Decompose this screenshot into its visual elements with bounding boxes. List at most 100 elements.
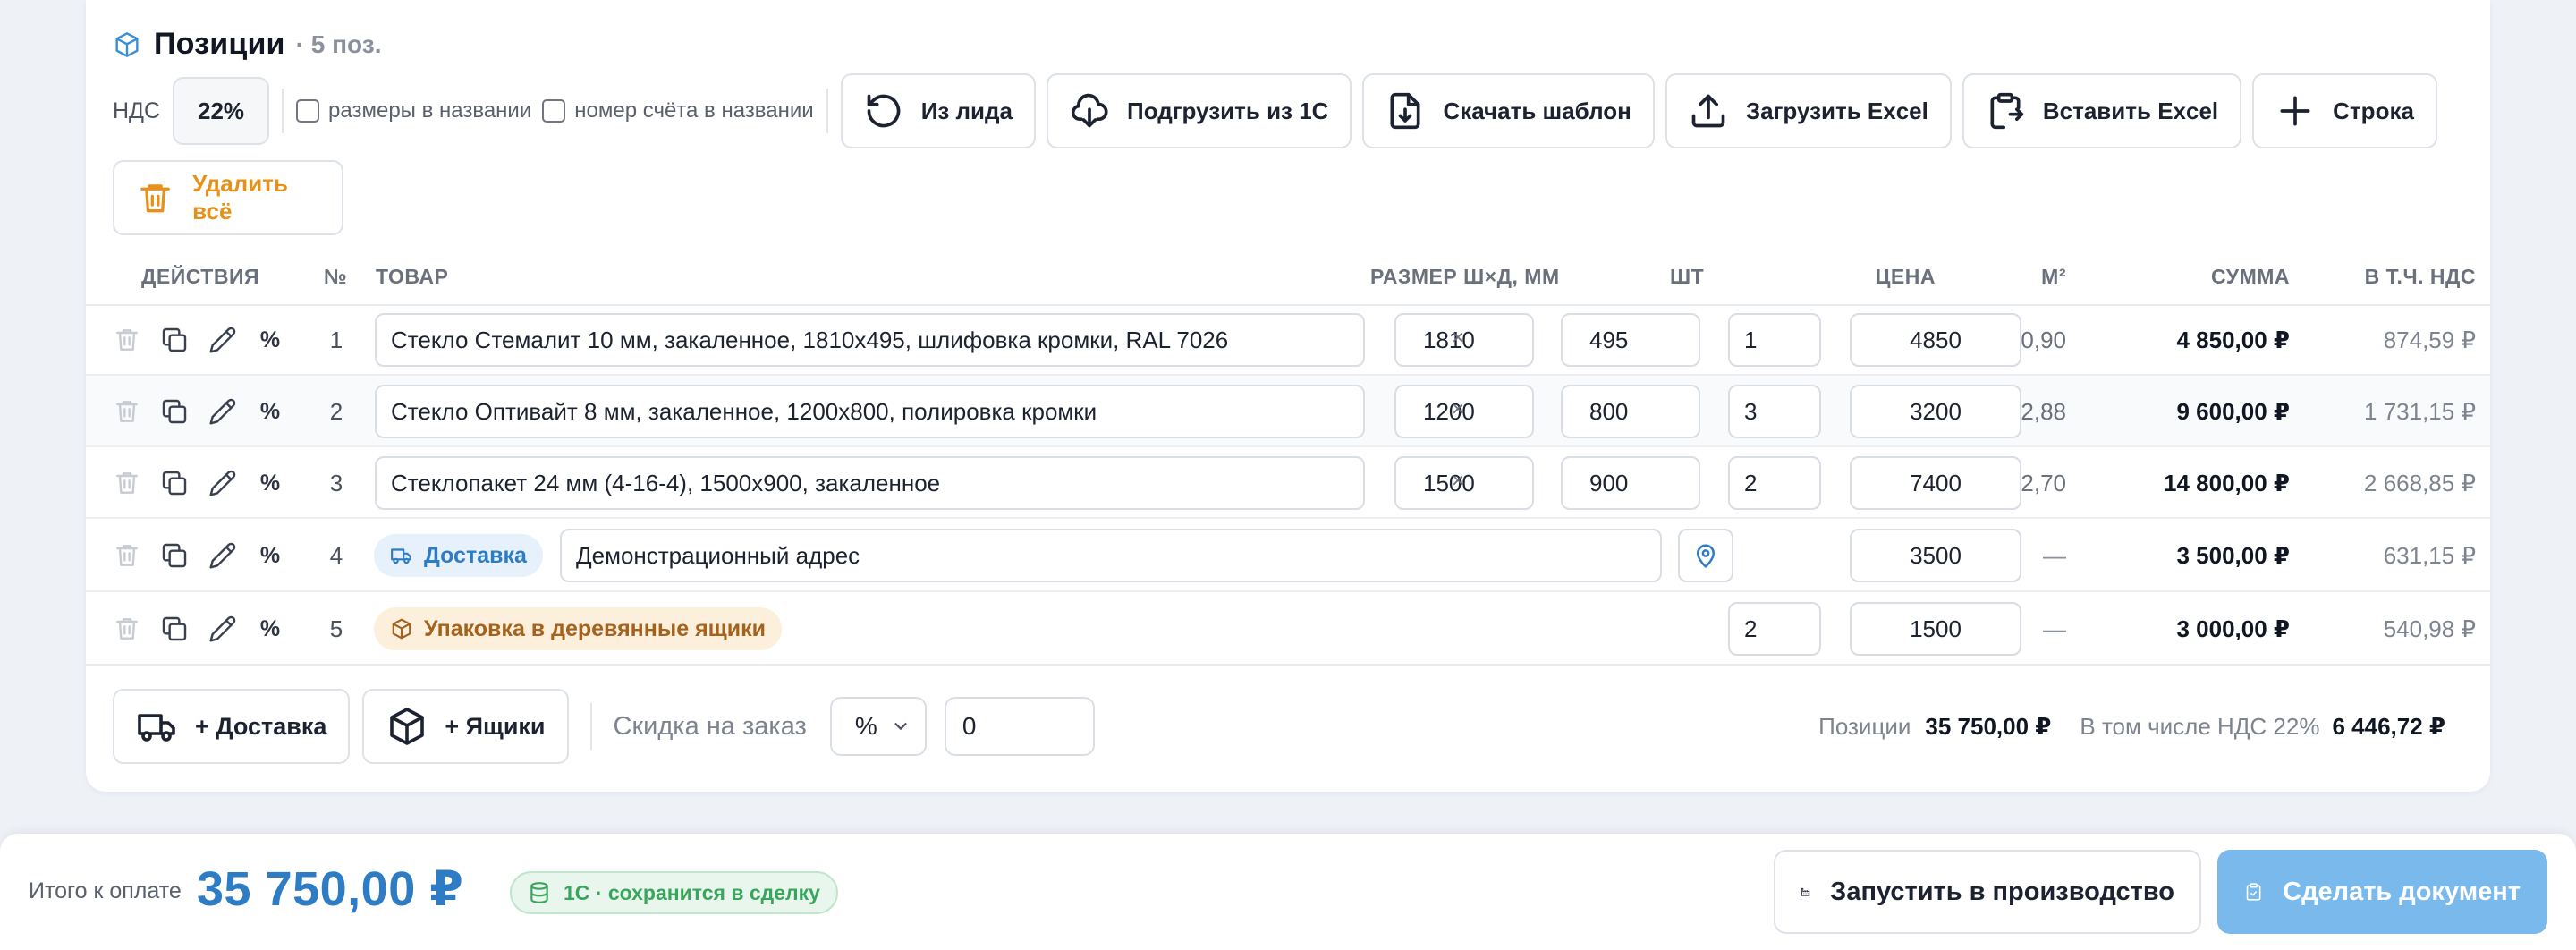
sum-value: 14 800,00 ₽ [2164,470,2290,496]
row-edit-button[interactable] [205,611,241,647]
row-copy-button[interactable] [157,538,192,573]
row-discount-button[interactable]: % [252,465,288,501]
row-copy-button[interactable] [157,465,192,501]
times-sign: × [1452,326,1465,350]
price-input[interactable]: 1500 [1850,602,2021,656]
product-name-input[interactable]: Стекло Стемалит 10 мм, закаленное, 1810x… [375,313,1365,367]
load-1c-button[interactable]: Подгрузить из 1С [1046,73,1352,148]
bottom-bar: Итого к оплате 35 750,00 ₽ 1С · сохранит… [0,834,2576,950]
qty-input[interactable]: 2 [1728,456,1821,510]
invoice-in-name-checkbox[interactable]: номер счёта в названии [542,98,814,123]
col-size: РАЗМЕР Ш×Д, ММ [1370,265,1560,288]
sum-value: 9 600,00 ₽ [2176,398,2290,425]
discount-input[interactable]: 0 [944,697,1095,756]
product-name-input[interactable]: Стекло Оптивайт 8 мм, закаленное, 1200x8… [375,385,1365,438]
button-label: Удалить всё [192,170,288,225]
row-delete-button[interactable] [109,465,145,501]
checkbox-box[interactable] [542,99,566,123]
vat-value: 631,15 ₽ [2383,542,2476,569]
price-input[interactable]: 4850 [1850,313,2021,367]
qty-input[interactable]: 1 [1728,313,1821,367]
row-delete-button[interactable] [109,322,145,358]
row-copy-button[interactable] [157,322,192,358]
add-row-button[interactable]: Строка [2252,73,2437,148]
row-copy-button[interactable] [157,611,192,647]
price-input[interactable]: 3200 [1850,385,2021,438]
paste-excel-button[interactable]: Вставить Excel [1962,73,2242,148]
checkbox-label: номер счёта в названии [574,98,814,123]
sum-value: 3 000,00 ₽ [2176,615,2290,642]
database-icon [530,882,548,903]
row-number: 1 [329,327,343,353]
col-number: № [324,265,348,288]
row-discount-button[interactable]: % [252,611,288,647]
row-edit-button[interactable] [205,465,241,501]
copy-icon [162,471,187,496]
button-label: Запустить в производство [1830,877,2174,906]
trash-icon [116,618,138,640]
row-edit-button[interactable] [205,538,241,573]
add-delivery-button[interactable]: + Доставка [113,689,351,764]
delete-all-button[interactable]: Удалить всё [113,160,343,235]
length-input[interactable]: 800 [1561,385,1700,438]
product-name-input[interactable]: Стеклопакет 24 мм (4-16-4), 1500x900, за… [375,456,1365,510]
pencil-icon [209,615,236,642]
button-label: Вставить Excel [2042,97,2219,124]
row-discount-button[interactable]: % [252,394,288,429]
make-document-button[interactable]: Сделать документ [2217,850,2547,934]
row-number: 5 [329,615,343,642]
trash-icon [140,184,170,213]
file-download-icon [1390,92,1420,130]
col-m2: М² [2041,265,2066,288]
button-label: + Ящики [445,712,546,740]
map-pin-icon [1697,544,1715,568]
chip-label: Упаковка в деревянные ящики [424,615,767,641]
checkbox-label: размеры в названии [328,98,532,123]
download-template-button[interactable]: Скачать шаблон [1362,73,1655,148]
area-value: 2,70 [2021,470,2066,496]
price-input[interactable]: 7400 [1850,456,2021,510]
add-boxes-button[interactable]: + Ящики [362,689,569,764]
from-lead-button[interactable]: Из лида [840,73,1036,148]
vat-total-value: 6 446,72 ₽ [2332,712,2445,740]
row-edit-button[interactable] [205,394,241,429]
row-delete-button[interactable] [109,394,145,429]
pay-total-value: 35 750,00 ₽ [197,862,464,916]
checkbox-box[interactable] [296,99,320,123]
map-pin-button[interactable] [1678,529,1733,582]
positions-total-value: 35 750,00 ₽ [1925,712,2052,740]
area-value: — [2043,615,2066,642]
row-copy-button[interactable] [157,394,192,429]
row-edit-button[interactable] [205,322,241,358]
vat-total-label: В том числе НДС 22% [2080,712,2320,740]
price-input[interactable]: 3500 [1850,529,2021,582]
button-label: Загрузить Excel [1745,97,1928,124]
button-label: Скачать шаблон [1443,97,1631,124]
row-discount-button[interactable]: % [252,538,288,573]
row-discount-button[interactable]: % [252,322,288,358]
toolbar: НДС 22% размеры в названии номер счёта в… [113,73,2474,235]
qty-input[interactable]: 2 [1728,602,1821,656]
qty-input[interactable]: 3 [1728,385,1821,438]
col-price: ЦЕНА [1875,265,1936,288]
sizes-in-name-checkbox[interactable]: размеры в названии [296,98,531,123]
length-input[interactable]: 900 [1561,456,1700,510]
pencil-icon [209,542,236,569]
trash-icon [116,401,138,422]
divider [282,89,284,133]
button-label: Сделать документ [2283,877,2521,906]
copy-icon [162,399,187,424]
discount-type-select[interactable]: % [829,697,927,756]
start-production-button[interactable]: Запустить в производство [1774,850,2201,934]
row-number: 2 [329,398,343,425]
row-delete-button[interactable] [109,538,145,573]
col-qty: ШТ [1670,265,1705,288]
address-input[interactable]: Демонстрационный адрес [560,529,1662,582]
copy-icon [162,543,187,568]
row-delete-button[interactable] [109,611,145,647]
upload-excel-button[interactable]: Загрузить Excel [1665,73,1952,148]
length-input[interactable]: 495 [1561,313,1700,367]
vat-input[interactable]: 22% [173,77,270,145]
truck-icon [391,548,411,564]
button-label: Строка [2333,97,2414,124]
